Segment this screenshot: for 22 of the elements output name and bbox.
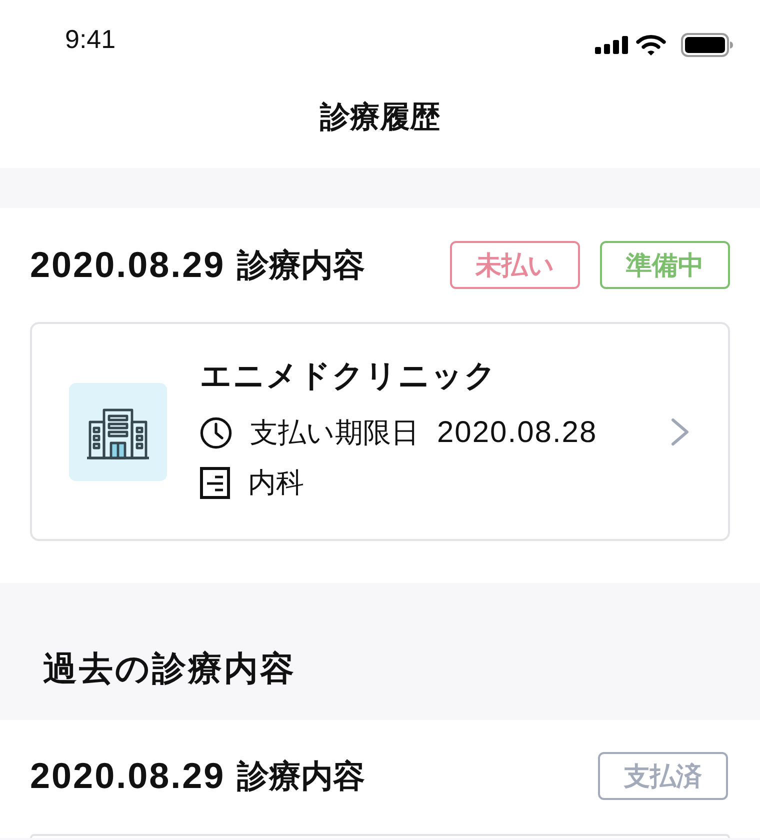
clinic-card[interactable]: エニメドクリニック 支払い期限日 2020.08.28 内科 xyxy=(30,322,730,541)
nav-title: 診療履歴 xyxy=(320,100,440,136)
record-date: 2020.08.29 xyxy=(30,244,226,286)
due-label: 支払い期限日 xyxy=(250,416,419,450)
record-date: 2020.08.29 xyxy=(30,755,226,797)
signal-icon xyxy=(595,36,628,54)
department: 内科 xyxy=(248,466,304,500)
status-badge: 準備中 xyxy=(600,241,730,289)
wifi-icon xyxy=(636,34,666,56)
record-title: 診療内容 xyxy=(237,246,366,285)
clinic-name: エニメドクリニック xyxy=(200,357,497,395)
building-icon xyxy=(69,382,167,480)
section-title: 過去の診療内容 xyxy=(43,649,296,689)
status-time: 9:41 xyxy=(65,24,116,54)
battery-icon xyxy=(681,33,733,57)
clock-icon xyxy=(200,417,232,449)
due-date: 2020.08.28 xyxy=(437,415,598,451)
status-badge: 未払い xyxy=(450,241,580,289)
chevron-icon xyxy=(670,418,690,446)
status-badge: 支払済 xyxy=(598,752,728,800)
record-title: 診療内容 xyxy=(237,757,366,796)
document-icon xyxy=(200,467,230,499)
